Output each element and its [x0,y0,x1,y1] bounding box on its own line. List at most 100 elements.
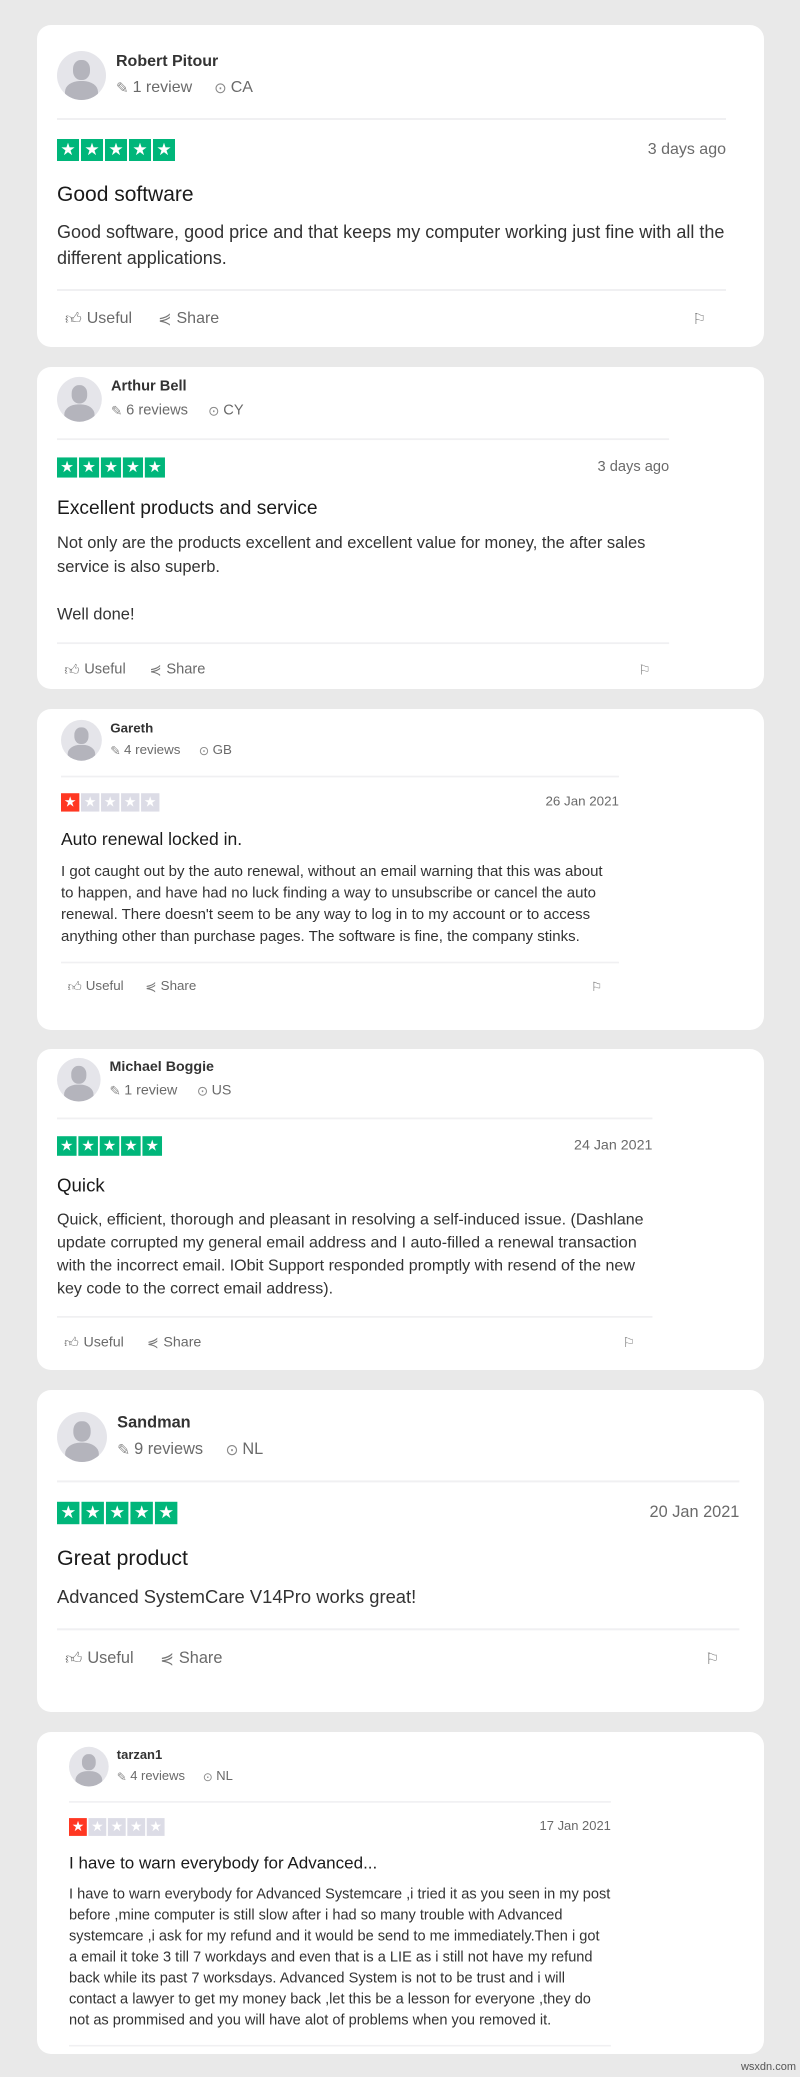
thumbs-up-icon: 👍︎ [65,1650,83,1668]
star-icon: ★ [130,1501,153,1525]
thumbs-up-icon: 👍︎ [67,979,82,994]
pencil-icon: ✎ [116,1770,127,1785]
useful-label: Useful [83,1334,124,1350]
star-rating: ★ ★ ★ ★ ★ [57,457,165,478]
review-body: Advanced SystemCare V14Pro works great! [57,1586,417,1607]
share-icon: ⋞ [160,1650,174,1669]
star-icon: ★ [121,1136,141,1156]
review-count: 1 review [124,1082,178,1098]
star-icon: ★ [100,457,122,478]
star-icon: ★ [81,793,100,812]
useful-label: Useful [84,661,126,678]
star-rating: ★ ★ ★ ★ ★ [61,793,160,812]
thumbs-up-icon: 👍︎ [65,310,82,328]
star-icon: ★ [127,1818,146,1836]
location-pin-icon: ⊙ [208,403,220,420]
location-pin-icon: ⊙ [198,744,210,759]
review-count: 4 reviews [130,1769,185,1784]
divider [57,1315,653,1318]
avatar[interactable] [57,376,102,422]
star-icon: ★ [142,1136,163,1156]
thumbs-up-icon: 👍︎ [64,661,80,678]
review-title[interactable]: Excellent products and service [57,498,669,520]
flag-icon[interactable]: ⚐ [639,661,651,678]
flag-icon[interactable]: ⚐ [591,979,602,994]
review-date: 3 days ago [647,141,726,158]
review-date: 24 Jan 2021 [574,1137,653,1154]
divider [69,2044,611,2047]
star-icon: ★ [69,1818,87,1836]
useful-label: Useful [87,1649,134,1668]
reviewer-name[interactable]: Michael Boggie [110,1060,232,1076]
divider [61,775,619,778]
reviewer-header: tarzan1 ✎ 4 reviews ⊙ NL [69,1746,611,1787]
useful-button[interactable]: 👍︎ Useful [65,1649,138,1668]
pencil-icon: ✎ [109,1083,121,1099]
review-title[interactable]: Good software [57,183,726,207]
useful-button[interactable]: 👍︎ Useful [64,661,129,678]
avatar[interactable] [57,1057,101,1102]
star-icon: ★ [122,457,144,478]
reviewer-header: Arthur Bell ✎ 6 reviews ⊙ CY [57,376,669,422]
star-rating: ★ ★ ★ ★ ★ [57,1501,178,1525]
share-button[interactable]: ⋞ Share [147,1334,201,1352]
avatar[interactable] [69,1746,109,1787]
reviewer-name[interactable]: Robert Pitour [116,53,253,71]
avatar[interactable] [57,1411,107,1462]
reviewer-name[interactable]: tarzan1 [117,1748,233,1763]
useful-button[interactable]: 👍︎ Useful [65,310,136,329]
share-icon: ⋞ [145,980,157,995]
location-pin-icon: ⊙ [225,1441,239,1459]
reviewer-name[interactable]: Arthur Bell [111,379,244,395]
review-body: I have to warn everybody for Advanced Sy… [69,1885,611,2028]
location-pin-icon: ⊙ [196,1083,209,1099]
country: CY [223,402,244,419]
share-icon: ⋞ [158,311,172,328]
flag-icon[interactable]: ⚐ [623,1335,635,1351]
review-title[interactable]: Quick [57,1175,652,1196]
star-icon: ★ [88,1818,107,1836]
star-icon: ★ [105,1501,129,1525]
star-icon: ★ [121,793,140,812]
divider [57,642,670,645]
review-count: 4 reviews [124,743,181,758]
reviewer-name[interactable]: Sandman [117,1414,263,1432]
review-title[interactable]: Auto renewal locked in. [61,830,619,850]
useful-label: Useful [85,979,124,994]
flag-icon[interactable]: ⚐ [705,1650,719,1668]
review-title[interactable]: Great product [57,1547,739,1571]
share-button[interactable]: ⋞ Share [160,1649,222,1669]
review-card: Michael Boggie ✎ 1 review ⊙ US ★ ★ ★ ★ ★ 24 … [37,1049,764,1370]
review-count: 9 reviews [134,1440,204,1458]
share-label: Share [178,1649,223,1668]
share-button[interactable]: ⋞ Share [150,661,206,679]
review-card: Arthur Bell ✎ 6 reviews ⊙ CY ★ ★ ★ ★ ★ 3 day… [37,367,764,689]
review-date: 3 days ago [597,459,670,475]
review-date: 20 Jan 2021 [649,1503,740,1522]
country: CA [230,79,253,96]
reviewer-header: Robert Pitour ✎ 1 review ⊙ CA [57,50,726,100]
star-icon: ★ [107,1818,126,1836]
review-card: Gareth ✎ 4 reviews ⊙ GB ★ ★ ★ ★ ★ 26 Jan 202… [37,709,764,1030]
review-date: 26 Jan 2021 [545,794,619,810]
star-icon: ★ [57,139,79,161]
flag-icon[interactable]: ⚐ [693,310,706,328]
share-button[interactable]: ⋞ Share [145,978,196,995]
pencil-icon: ✎ [110,403,123,420]
review-title[interactable]: I have to warn everybody for Advanced... [69,1854,611,1873]
pencil-icon: ✎ [116,80,129,97]
divider [57,1480,740,1483]
country: NL [216,1769,233,1784]
share-button[interactable]: ⋞ Share [158,309,219,329]
useful-button[interactable]: 👍︎ Useful [68,979,127,995]
reviewer-header: Gareth ✎ 4 reviews ⊙ GB [61,719,619,761]
review-card: tarzan1 ✎ 4 reviews ⊙ NL ★ ★ ★ ★ ★ 17 Jan 20… [37,1732,764,2054]
useful-button[interactable]: 👍︎ Useful [64,1334,127,1351]
divider [57,289,726,291]
star-icon: ★ [61,793,80,812]
watermark: wsxdn.com [740,2061,796,2073]
reviewer-name[interactable]: Gareth [110,722,232,737]
avatar[interactable] [61,719,102,761]
divider [61,961,619,964]
avatar[interactable] [57,50,106,100]
